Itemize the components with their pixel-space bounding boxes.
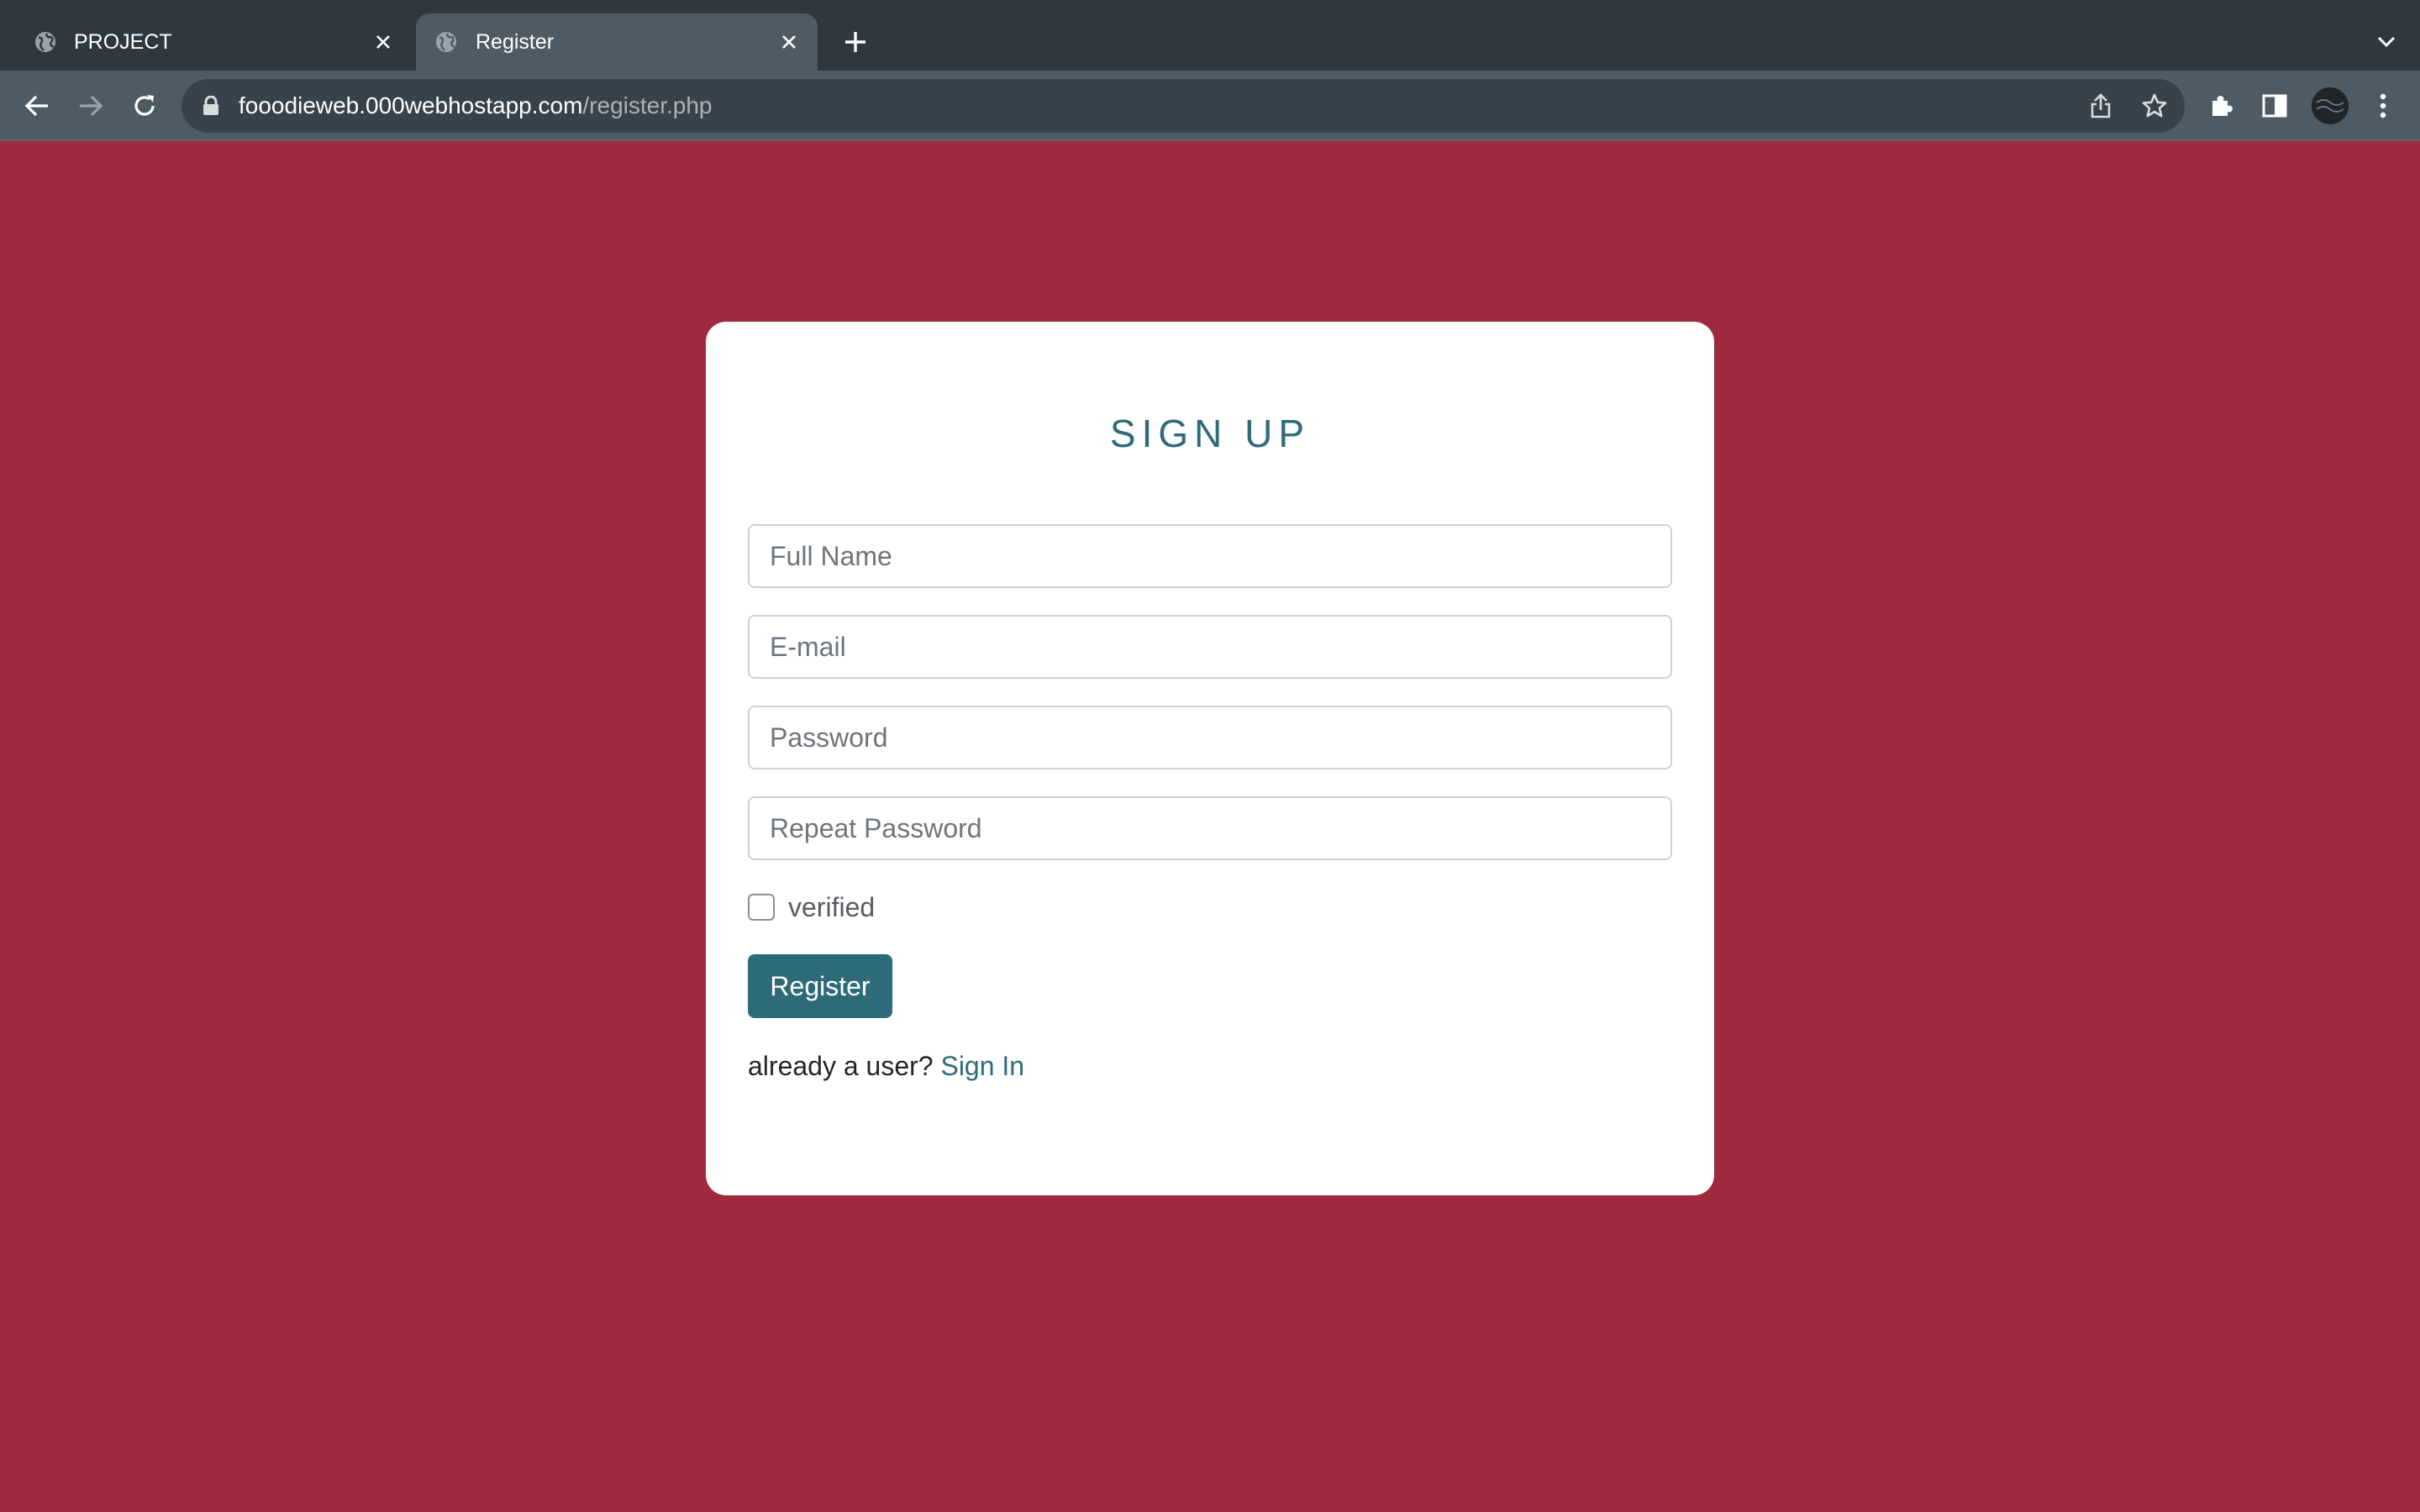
tab-title: PROJECT: [74, 30, 172, 54]
register-button[interactable]: Register: [748, 954, 892, 1018]
signin-prompt: already a user? Sign In: [748, 1049, 1024, 1083]
plus-icon[interactable]: [839, 25, 872, 59]
toolbar-divider: [0, 139, 2420, 141]
arrow-right-icon[interactable]: [71, 86, 111, 126]
avatar[interactable]: [2312, 87, 2349, 124]
chevron-down-icon[interactable]: [2371, 27, 2402, 57]
verified-checkbox[interactable]: [748, 894, 775, 921]
email-input[interactable]: [748, 615, 1672, 679]
page-title: SIGN UP: [1109, 412, 1311, 455]
puzzle-icon[interactable]: [2202, 86, 2242, 126]
url-path: /register.php: [582, 92, 713, 118]
reload-icon[interactable]: [124, 86, 165, 126]
star-icon[interactable]: [2136, 87, 2173, 124]
kebab-menu-icon[interactable]: [2363, 86, 2403, 126]
tab-register[interactable]: Register: [416, 13, 818, 71]
url-host: fooodieweb.000webhostapp.com: [239, 92, 583, 118]
tab-project[interactable]: PROJECT: [0, 13, 412, 71]
full-name-input[interactable]: [748, 524, 1672, 588]
globe-icon: [434, 30, 458, 54]
share-icon[interactable]: [2082, 87, 2119, 124]
url-text[interactable]: fooodieweb.000webhostapp.com/register.ph…: [239, 91, 713, 121]
tab-title: Register: [476, 30, 555, 54]
verified-label: verified: [788, 892, 876, 922]
side-panel-icon[interactable]: [2254, 86, 2295, 126]
close-icon[interactable]: [370, 29, 397, 55]
globe-icon: [34, 30, 57, 54]
arrow-left-icon[interactable]: [17, 86, 57, 126]
password-input[interactable]: [748, 706, 1672, 769]
already-user-text: already a user?: [748, 1051, 934, 1081]
close-icon[interactable]: [776, 29, 802, 55]
browser-tab-strip: PROJECT Register: [0, 0, 2420, 71]
lock-icon[interactable]: [202, 95, 220, 116]
sign-in-link[interactable]: Sign In: [940, 1051, 1024, 1081]
repeat-password-input[interactable]: [748, 796, 1672, 860]
